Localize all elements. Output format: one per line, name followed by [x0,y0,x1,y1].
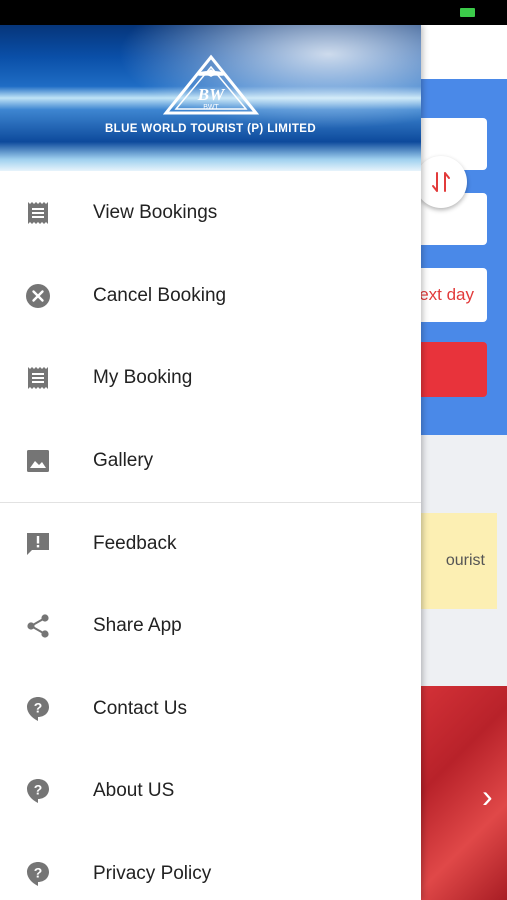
menu-item-cancel-booking[interactable]: Cancel Booking [0,261,421,331]
status-bar [0,0,507,25]
svg-text:?: ? [34,782,43,798]
menu-item-feedback[interactable]: Feedback [0,509,421,579]
share-icon [25,613,51,639]
menu-label: About US [93,780,175,801]
svg-text:BWT: BWT [203,104,219,111]
menu-item-my-booking[interactable]: My Booking [0,343,421,413]
menu-label: Share App [93,615,182,636]
swap-icon [432,172,450,192]
feedback-icon [25,531,51,557]
help-icon: ? [25,696,51,722]
image-icon [25,448,51,474]
menu-label: Contact Us [93,698,187,719]
help-icon: ? [25,778,51,804]
menu-label: Feedback [93,533,177,554]
menu-item-view-bookings[interactable]: View Bookings [0,178,421,248]
menu-item-gallery[interactable]: Gallery [0,426,421,496]
company-name: BLUE WORLD TOURIST (P) LIMITED [104,123,317,135]
battery-icon [460,8,475,17]
drawer-header: BW BWT BLUE WORLD TOURIST (P) LIMITED [0,25,421,171]
receipt-icon [25,365,51,391]
help-icon: ? [25,861,51,887]
menu-item-privacy-policy[interactable]: ? Privacy Policy [0,839,421,900]
navigation-drawer: BW BWT BLUE WORLD TOURIST (P) LIMITED Vi… [0,25,421,900]
menu-item-share-app[interactable]: Share App [0,591,421,661]
next-day-label: ext day [419,285,474,304]
svg-text:?: ? [34,865,43,881]
receipt-icon [25,200,51,226]
svg-text:?: ? [34,700,43,716]
menu-label: Privacy Policy [93,863,212,884]
chevron-right-icon[interactable]: › [482,780,493,812]
menu-label: My Booking [93,367,193,388]
menu-divider [0,502,421,503]
menu-label: Gallery [93,450,154,471]
cancel-icon [25,283,51,309]
notice-text: ourist [445,552,485,569]
company-logo: BW BWT [162,54,260,115]
svg-text:BW: BW [197,85,226,104]
menu-item-about-us[interactable]: ? About US [0,756,421,826]
swap-button[interactable] [415,156,467,208]
menu-label: Cancel Booking [93,285,227,306]
menu-label: View Bookings [93,202,218,223]
menu-item-contact-us[interactable]: ? Contact Us [0,674,421,744]
